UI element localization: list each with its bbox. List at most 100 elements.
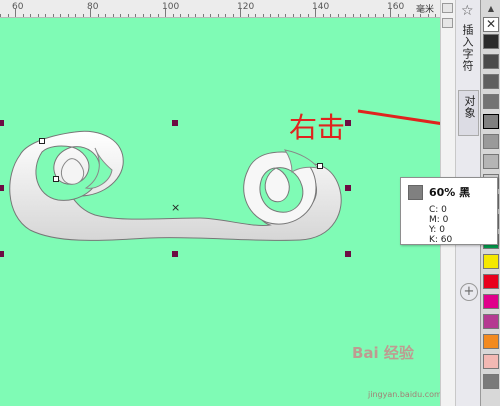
color-swatch[interactable] xyxy=(483,154,499,169)
selection-handle-bottom-center[interactable] xyxy=(172,251,178,257)
ruler-tick xyxy=(240,9,241,17)
tooltip-title: 60% 黑 xyxy=(429,186,471,199)
selection-handle-top-right[interactable] xyxy=(345,120,351,126)
selection-handle-bottom-right[interactable] xyxy=(345,251,351,257)
ruler-tick xyxy=(270,14,271,17)
ruler-tick xyxy=(352,14,354,17)
annotation-text: 右击 xyxy=(289,111,346,144)
ruler-tick xyxy=(232,14,234,17)
ruler-tick xyxy=(397,14,399,17)
ruler-tick xyxy=(0,14,1,17)
tab-objects-label: 对象 xyxy=(463,95,476,119)
ruler-tick xyxy=(262,14,264,17)
ruler-tick xyxy=(67,14,69,17)
tooltip-k: K: 60 xyxy=(429,235,453,245)
selection-handle-top-center[interactable] xyxy=(172,120,178,126)
color-swatch[interactable] xyxy=(483,334,499,349)
ruler-tick xyxy=(255,14,256,17)
color-swatch[interactable] xyxy=(483,134,499,149)
ruler-tick xyxy=(225,14,226,17)
ruler-tick xyxy=(277,14,279,17)
no-color-swatch[interactable]: ✕ xyxy=(483,17,499,32)
ruler-tick xyxy=(22,14,24,17)
ruler-tick xyxy=(90,9,91,17)
palette-scroll-up-icon[interactable]: ▲ xyxy=(483,4,499,14)
ruler-tick xyxy=(105,14,106,17)
color-swatch[interactable] xyxy=(483,374,499,389)
selection-handle-bottom-left[interactable] xyxy=(0,251,4,257)
ruler-tick xyxy=(210,14,211,17)
color-chip xyxy=(408,185,423,200)
ruler-tick xyxy=(435,14,436,17)
watermark: Bai 经验 jingyan.baidu.com xyxy=(350,342,440,406)
color-swatch[interactable] xyxy=(483,54,499,69)
ruler-tick xyxy=(180,14,181,17)
rotation-center-marker[interactable]: × xyxy=(171,201,180,214)
ruler-tick xyxy=(330,14,331,17)
ruler-tick xyxy=(217,14,219,17)
scroll-up-button[interactable] xyxy=(442,3,453,13)
ruler-tick xyxy=(157,14,159,17)
add-icon[interactable]: + xyxy=(460,283,478,301)
tab-insert-character[interactable]: 插入字符 xyxy=(459,24,475,72)
color-tooltip: 60% 黑 C: 0 M: 0 Y: 0 K: 60 xyxy=(400,177,498,245)
ruler-tick xyxy=(135,14,136,17)
path-node[interactable] xyxy=(53,176,59,182)
path-node[interactable] xyxy=(39,138,45,144)
selection-handle-middle-right[interactable] xyxy=(345,185,351,191)
ruler-tick xyxy=(360,14,361,17)
selection-handle-top-left[interactable] xyxy=(0,120,4,126)
ruler-tick xyxy=(390,9,391,17)
watermark-url: jingyan.baidu.com xyxy=(368,390,440,399)
color-swatch[interactable] xyxy=(483,294,499,309)
ruler-tick xyxy=(142,14,144,17)
ruler-tick xyxy=(292,14,294,17)
ruler-tick xyxy=(60,14,61,17)
ruler-tick xyxy=(412,14,414,17)
ruler-label: 60 xyxy=(12,2,24,12)
horizontal-ruler[interactable]: 60 80 100 120 140 160 毫米 xyxy=(0,0,440,18)
ruler-tick xyxy=(127,14,129,17)
ruler-tick xyxy=(120,14,121,17)
ruler-tick xyxy=(165,9,166,17)
color-swatch[interactable] xyxy=(483,114,499,129)
color-swatch[interactable] xyxy=(483,254,499,269)
ruler-tick xyxy=(202,14,204,17)
ruler-tick xyxy=(187,14,189,17)
scroll-down-button[interactable] xyxy=(442,18,453,28)
ruler-tick xyxy=(172,14,174,17)
ruler-tick xyxy=(307,14,309,17)
watermark-brand: Bai 经验 xyxy=(352,344,414,362)
ruler-tick xyxy=(97,14,99,17)
tooltip-m: M: 0 xyxy=(429,215,449,225)
ruler-tick xyxy=(375,14,376,17)
tooltip-c: C: 0 xyxy=(429,205,447,215)
path-node[interactable] xyxy=(317,163,323,169)
color-swatch[interactable] xyxy=(483,314,499,329)
ruler-label: 80 xyxy=(87,2,99,12)
ruler-tick xyxy=(427,14,429,17)
color-swatch[interactable] xyxy=(483,94,499,109)
color-swatch[interactable] xyxy=(483,274,499,289)
ruler-tick xyxy=(405,14,406,17)
drawing-canvas[interactable]: × 右击 Bai 经验 jingyan.baidu.com xyxy=(0,18,440,406)
ruler-tick xyxy=(37,14,39,17)
ruler-tick xyxy=(112,14,114,17)
color-swatch[interactable] xyxy=(483,354,499,369)
star-icon[interactable]: ☆ xyxy=(461,3,474,19)
ruler-tick xyxy=(315,9,316,17)
tooltip-y: Y: 0 xyxy=(429,225,445,235)
selection-handle-middle-left[interactable] xyxy=(0,185,4,191)
ruler-tick xyxy=(195,14,196,17)
ruler-tick xyxy=(45,14,46,17)
ruler-tick xyxy=(7,14,9,17)
ruler-tick xyxy=(420,14,421,17)
color-swatch[interactable] xyxy=(483,34,499,49)
ruler-tick xyxy=(15,9,16,17)
color-swatch[interactable] xyxy=(483,74,499,89)
ruler-tick xyxy=(52,14,54,17)
tab-objects[interactable]: 对象 xyxy=(458,90,479,136)
ruler-unit: 毫米 xyxy=(416,5,435,15)
ruler-tick xyxy=(150,14,151,17)
ruler-tick xyxy=(337,14,339,17)
